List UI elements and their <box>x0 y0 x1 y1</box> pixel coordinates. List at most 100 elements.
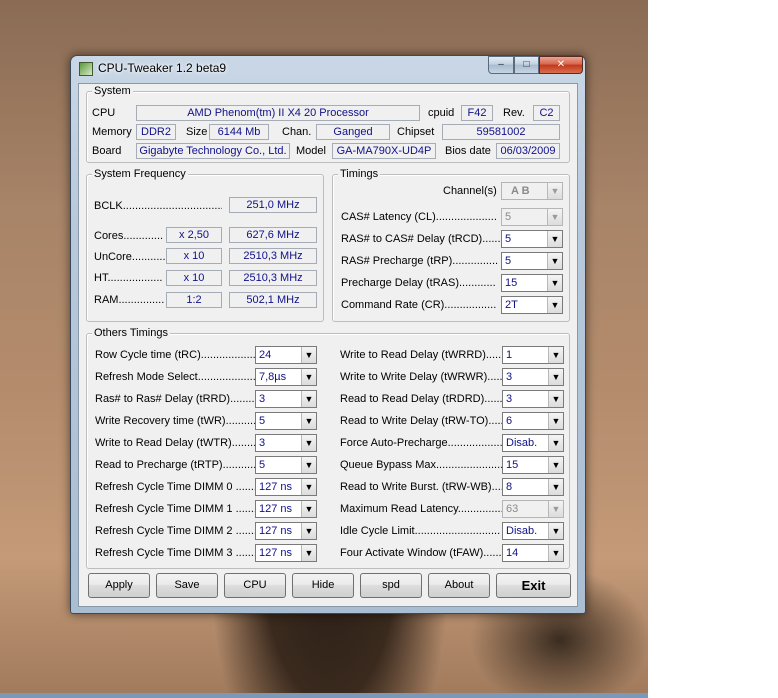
others-right-select[interactable]: Disab. ▼ <box>502 522 564 540</box>
title-bar[interactable]: CPU-Tweaker 1.2 beta9 – □ ✕ <box>71 56 585 78</box>
chevron-down-icon[interactable]: ▼ <box>301 435 316 451</box>
trp-select[interactable]: 5 ▼ <box>501 252 563 270</box>
about-button[interactable]: About <box>428 573 490 598</box>
others-left-label: Refresh Cycle Time DIMM 2 ....... <box>95 525 255 537</box>
others-right-select[interactable]: Disab. ▼ <box>502 434 564 452</box>
save-button[interactable]: Save <box>156 573 218 598</box>
cpu-name-value: AMD Phenom(tm) II X4 20 Processor <box>136 105 420 121</box>
chevron-down-icon[interactable]: ▼ <box>548 501 563 517</box>
chevron-down-icon[interactable]: ▼ <box>548 457 563 473</box>
chevron-down-icon[interactable]: ▼ <box>301 523 316 539</box>
others-right-value: 3 <box>506 393 513 405</box>
chevron-down-icon[interactable]: ▼ <box>548 523 563 539</box>
others-right-value: 3 <box>506 371 513 383</box>
chevron-down-icon[interactable]: ▼ <box>301 545 316 561</box>
chipset-value: 59581002 <box>442 124 560 140</box>
uncore-multiplier: x 10 <box>166 248 222 264</box>
channel-selector-value: A B <box>511 185 530 197</box>
minimize-button[interactable]: – <box>488 56 514 74</box>
trcd-select[interactable]: 5 ▼ <box>501 230 563 248</box>
chevron-down-icon[interactable]: ▼ <box>301 347 316 363</box>
chevron-down-icon[interactable]: ▼ <box>548 413 563 429</box>
hide-button[interactable]: Hide <box>292 573 354 598</box>
others-right-value: 8 <box>506 481 513 493</box>
chevron-down-icon[interactable]: ▼ <box>548 347 563 363</box>
cores-label: Cores............. <box>94 230 164 242</box>
chevron-down-icon[interactable]: ▼ <box>548 545 563 561</box>
chevron-down-icon[interactable]: ▼ <box>301 501 316 517</box>
tras-select[interactable]: 15 ▼ <box>501 274 563 292</box>
apply-button[interactable]: Apply <box>88 573 150 598</box>
others-left-value: 127 ns <box>259 503 293 515</box>
others-right-value: 63 <box>506 503 519 515</box>
chevron-down-icon[interactable]: ▼ <box>547 231 562 247</box>
trcd-value: 5 <box>505 233 512 245</box>
others-left-label: Write to Read Delay (tWTR).......... <box>95 437 255 449</box>
cpu-button[interactable]: CPU <box>224 573 286 598</box>
spd-button[interactable]: spd <box>360 573 422 598</box>
rev-label: Rev. <box>503 107 525 119</box>
exit-button[interactable]: Exit <box>496 573 571 598</box>
system-frequency-group-title: System Frequency <box>92 167 188 181</box>
others-left-select[interactable]: 127 ns ▼ <box>255 478 317 496</box>
chevron-down-icon[interactable]: ▼ <box>301 391 316 407</box>
others-left-select[interactable]: 5 ▼ <box>255 412 317 430</box>
command-rate-select[interactable]: 2T ▼ <box>501 296 563 314</box>
others-left-select[interactable]: 24 ▼ <box>255 346 317 364</box>
model-label: Model <box>296 145 326 157</box>
others-right-select[interactable]: 8 ▼ <box>502 478 564 496</box>
cas-latency-select[interactable]: 5 ▼ <box>501 208 563 226</box>
app-icon <box>79 62 93 76</box>
others-left-value: 127 ns <box>259 547 293 559</box>
others-right-select[interactable]: 15 ▼ <box>502 456 564 474</box>
chipset-label: Chipset <box>397 126 435 138</box>
others-left-select[interactable]: 127 ns ▼ <box>255 500 317 518</box>
chevron-down-icon[interactable]: ▼ <box>547 275 562 291</box>
chevron-down-icon[interactable]: ▼ <box>548 391 563 407</box>
close-button[interactable]: ✕ <box>539 56 583 74</box>
others-right-select[interactable]: 63 ▼ <box>502 500 564 518</box>
others-right-label: Read to Write Delay (tRW-TO)......... <box>340 415 502 427</box>
chevron-down-icon[interactable]: ▼ <box>548 479 563 495</box>
others-timings-group: Others Timings Row Cycle time (tRC).....… <box>86 326 570 569</box>
others-right-value: Disab. <box>506 437 538 449</box>
window-title: CPU-Tweaker 1.2 beta9 <box>98 61 227 75</box>
others-left-select[interactable]: 127 ns ▼ <box>255 522 317 540</box>
maximize-button[interactable]: □ <box>514 56 539 74</box>
others-left-label: Row Cycle time (tRC).................. <box>95 349 255 361</box>
command-rate-value: 2T <box>505 299 518 311</box>
model-value: GA-MA790X-UD4P <box>332 143 436 159</box>
others-right-select[interactable]: 6 ▼ <box>502 412 564 430</box>
others-right-select[interactable]: 3 ▼ <box>502 368 564 386</box>
chevron-down-icon[interactable]: ▼ <box>301 413 316 429</box>
ht-label: HT.................. <box>94 272 163 284</box>
channel-selector[interactable]: A B ▼ <box>501 182 563 200</box>
chevron-down-icon[interactable]: ▼ <box>547 209 562 225</box>
cores-multiplier: x 2,50 <box>166 227 222 243</box>
tras-value: 15 <box>505 277 518 289</box>
system-group: System CPU AMD Phenom(tm) II X4 20 Proce… <box>86 84 570 163</box>
size-label: Size <box>186 126 208 138</box>
uncore-label: UnCore........... <box>94 251 166 263</box>
others-right-select[interactable]: 3 ▼ <box>502 390 564 408</box>
others-left-select[interactable]: 3 ▼ <box>255 390 317 408</box>
others-left-label: Refresh Cycle Time DIMM 3 ....... <box>95 547 255 559</box>
chevron-down-icon[interactable]: ▼ <box>548 369 563 385</box>
trcd-label: RAS# to CAS# Delay (tRCD)........ <box>341 233 501 245</box>
others-left-select[interactable]: 5 ▼ <box>255 456 317 474</box>
others-left-value: 127 ns <box>259 525 293 537</box>
chevron-down-icon[interactable]: ▼ <box>547 253 562 269</box>
chevron-down-icon[interactable]: ▼ <box>547 183 562 199</box>
chevron-down-icon[interactable]: ▼ <box>301 369 316 385</box>
chevron-down-icon[interactable]: ▼ <box>301 479 316 495</box>
others-right-label: Four Activate Window (tFAW)........ <box>340 547 502 559</box>
others-right-select[interactable]: 14 ▼ <box>502 544 564 562</box>
chevron-down-icon[interactable]: ▼ <box>548 435 563 451</box>
others-left-select[interactable]: 7,8µs ▼ <box>255 368 317 386</box>
chevron-down-icon[interactable]: ▼ <box>547 297 562 313</box>
others-right-select[interactable]: 1 ▼ <box>502 346 564 364</box>
others-left-select[interactable]: 127 ns ▼ <box>255 544 317 562</box>
others-left-select[interactable]: 3 ▼ <box>255 434 317 452</box>
chevron-down-icon[interactable]: ▼ <box>301 457 316 473</box>
others-right-label: Write to Write Delay (tWRWR)........ <box>340 371 502 383</box>
